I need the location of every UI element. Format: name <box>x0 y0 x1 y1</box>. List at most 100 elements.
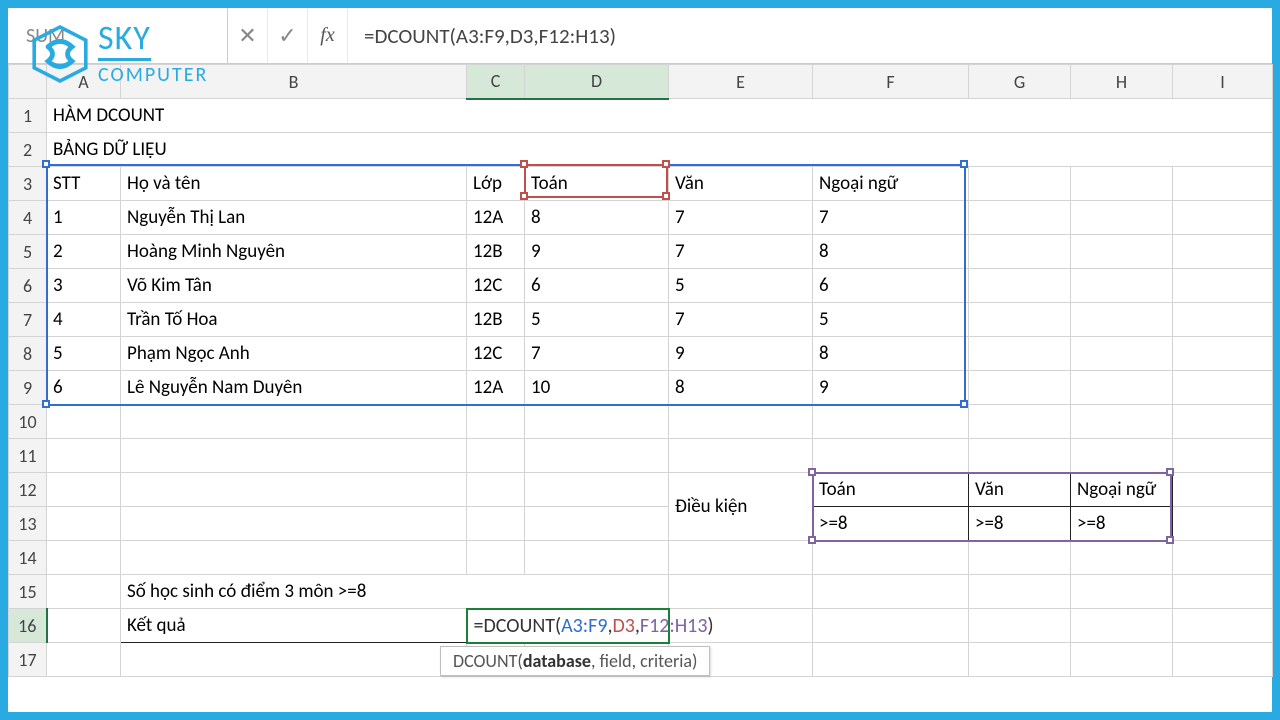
cell-B7[interactable]: Trần Tố Hoa <box>121 303 467 337</box>
cell-B6[interactable]: Võ Kim Tân <box>121 269 467 303</box>
cell-criteria-label[interactable]: Điều kiện <box>669 473 813 541</box>
cell-A7[interactable]: 4 <box>47 303 121 337</box>
cell-E7[interactable]: 7 <box>669 303 813 337</box>
cell-C9[interactable]: 12A <box>467 371 525 405</box>
cell-C6[interactable]: 12C <box>467 269 525 303</box>
cell-C8[interactable]: 12C <box>467 337 525 371</box>
col-header-G[interactable]: G <box>969 65 1071 99</box>
col-header-C[interactable]: C <box>467 65 525 99</box>
row-header-7[interactable]: 7 <box>9 303 47 337</box>
row-header-9[interactable]: 9 <box>9 371 47 405</box>
cell-E6[interactable]: 5 <box>669 269 813 303</box>
cell-A3[interactable]: STT <box>47 167 121 201</box>
cell-C5[interactable]: 12B <box>467 235 525 269</box>
cell-F7[interactable]: 5 <box>813 303 969 337</box>
cell-F3[interactable]: Ngoại ngữ <box>813 167 969 201</box>
cell-G12[interactable]: Văn <box>969 473 1071 507</box>
row-header-4[interactable]: 4 <box>9 201 47 235</box>
cell-F5[interactable]: 8 <box>813 235 969 269</box>
row-header-10[interactable]: 10 <box>9 405 47 439</box>
cell-B5[interactable]: Hoàng Minh Nguyên <box>121 235 467 269</box>
cell-C7[interactable]: 12B <box>467 303 525 337</box>
range-handle-icon <box>808 536 816 544</box>
range-handle-icon <box>662 192 670 200</box>
cell-F8[interactable]: 8 <box>813 337 969 371</box>
cell-B4[interactable]: Nguyễn Thị Lan <box>121 201 467 235</box>
row-header-11[interactable]: 11 <box>9 439 47 473</box>
row-header-2[interactable]: 2 <box>9 133 47 167</box>
range-handle-icon <box>960 400 968 408</box>
cell-B8[interactable]: Phạm Ngọc Anh <box>121 337 467 371</box>
range-handle-icon <box>42 400 50 408</box>
formula-input[interactable]: =DCOUNT(A3:F9,D3,F12:H13) <box>348 8 1272 63</box>
row-header-8[interactable]: 8 <box>9 337 47 371</box>
function-tooltip: DCOUNT(database, field, criteria) <box>440 646 710 676</box>
select-all-corner[interactable] <box>9 65 47 99</box>
spreadsheet-grid[interactable]: A B C D E F G H I 1 HÀM DCOUNT 2 BẢNG DỮ… <box>8 64 1272 677</box>
row-header-15[interactable]: 15 <box>9 575 47 609</box>
cell-F6[interactable]: 6 <box>813 269 969 303</box>
cell-D5[interactable]: 9 <box>525 235 669 269</box>
col-header-E[interactable]: E <box>669 65 813 99</box>
cell-E4[interactable]: 7 <box>669 201 813 235</box>
insert-function-button[interactable]: fx <box>308 8 348 63</box>
cell-B9[interactable]: Lê Nguyễn Nam Duyên <box>121 371 467 405</box>
row-header-17[interactable]: 17 <box>9 643 47 677</box>
row-header-16[interactable]: 16 <box>9 609 47 643</box>
name-box-value: SUM <box>26 24 65 48</box>
cell-F13[interactable]: >=8 <box>813 507 969 541</box>
cell-active-formula[interactable]: =DCOUNT(A3:F9,D3,F12:H13) <box>467 609 669 643</box>
cell-F9[interactable]: 9 <box>813 371 969 405</box>
cell-E9[interactable]: 8 <box>669 371 813 405</box>
row-header-5[interactable]: 5 <box>9 235 47 269</box>
range-handle-icon <box>808 468 816 476</box>
cell-A6[interactable]: 3 <box>47 269 121 303</box>
name-box[interactable]: SUM <box>8 8 228 63</box>
cell-D7[interactable]: 5 <box>525 303 669 337</box>
col-header-D[interactable]: D <box>525 65 669 99</box>
row-header-6[interactable]: 6 <box>9 269 47 303</box>
cell-H12[interactable]: Ngoại ngữ <box>1071 473 1173 507</box>
cell-A4[interactable]: 1 <box>47 201 121 235</box>
cell-title-1[interactable]: HÀM DCOUNT <box>47 99 1273 133</box>
cell-D3[interactable]: Toán <box>525 167 669 201</box>
cell-D6[interactable]: 6 <box>525 269 669 303</box>
row-header-14[interactable]: 14 <box>9 541 47 575</box>
cell-result-title[interactable]: Số học sinh có điểm 3 môn >=8 <box>121 575 669 609</box>
cell-C4[interactable]: 12A <box>467 201 525 235</box>
range-handle-icon <box>1166 468 1174 476</box>
cell-C3[interactable]: Lớp <box>467 167 525 201</box>
row-header-12[interactable]: 12 <box>9 473 47 507</box>
cell-B16[interactable]: Kết quả <box>121 609 467 643</box>
cell-A9[interactable]: 6 <box>47 371 121 405</box>
cancel-formula-button[interactable]: ✕ <box>228 8 268 63</box>
accept-formula-button[interactable]: ✓ <box>268 8 308 63</box>
formula-editing-text: =DCOUNT(A3:F9,D3,F12:H13) <box>474 614 714 638</box>
cell-D8[interactable]: 7 <box>525 337 669 371</box>
cell-E8[interactable]: 9 <box>669 337 813 371</box>
row-header-13[interactable]: 13 <box>9 507 47 541</box>
cell-E3[interactable]: Văn <box>669 167 813 201</box>
cell-B3[interactable]: Họ và tên <box>121 167 467 201</box>
cell-A5[interactable]: 2 <box>47 235 121 269</box>
cell-F12[interactable]: Toán <box>813 473 969 507</box>
col-header-A[interactable]: A <box>47 65 121 99</box>
col-header-F[interactable]: F <box>813 65 969 99</box>
col-header-B[interactable]: B <box>121 65 467 99</box>
row-header-1[interactable]: 1 <box>9 99 47 133</box>
cell-D9[interactable]: 10 <box>525 371 669 405</box>
row-header-3[interactable]: 3 <box>9 167 47 201</box>
range-handle-icon <box>662 160 670 168</box>
fx-icon: fx <box>320 24 334 47</box>
cell-E5[interactable]: 7 <box>669 235 813 269</box>
check-icon: ✓ <box>278 22 296 49</box>
cell-F4[interactable]: 7 <box>813 201 969 235</box>
cell-D4[interactable]: 8 <box>525 201 669 235</box>
cell-title-2[interactable]: BẢNG DỮ LIỆU <box>47 133 1273 167</box>
cell-A8[interactable]: 5 <box>47 337 121 371</box>
cell-G13[interactable]: >=8 <box>969 507 1071 541</box>
col-header-H[interactable]: H <box>1071 65 1173 99</box>
cell-H13[interactable]: >=8 <box>1071 507 1173 541</box>
formula-input-value: =DCOUNT(A3:F9,D3,F12:H13) <box>364 23 616 49</box>
col-header-I[interactable]: I <box>1173 65 1273 99</box>
